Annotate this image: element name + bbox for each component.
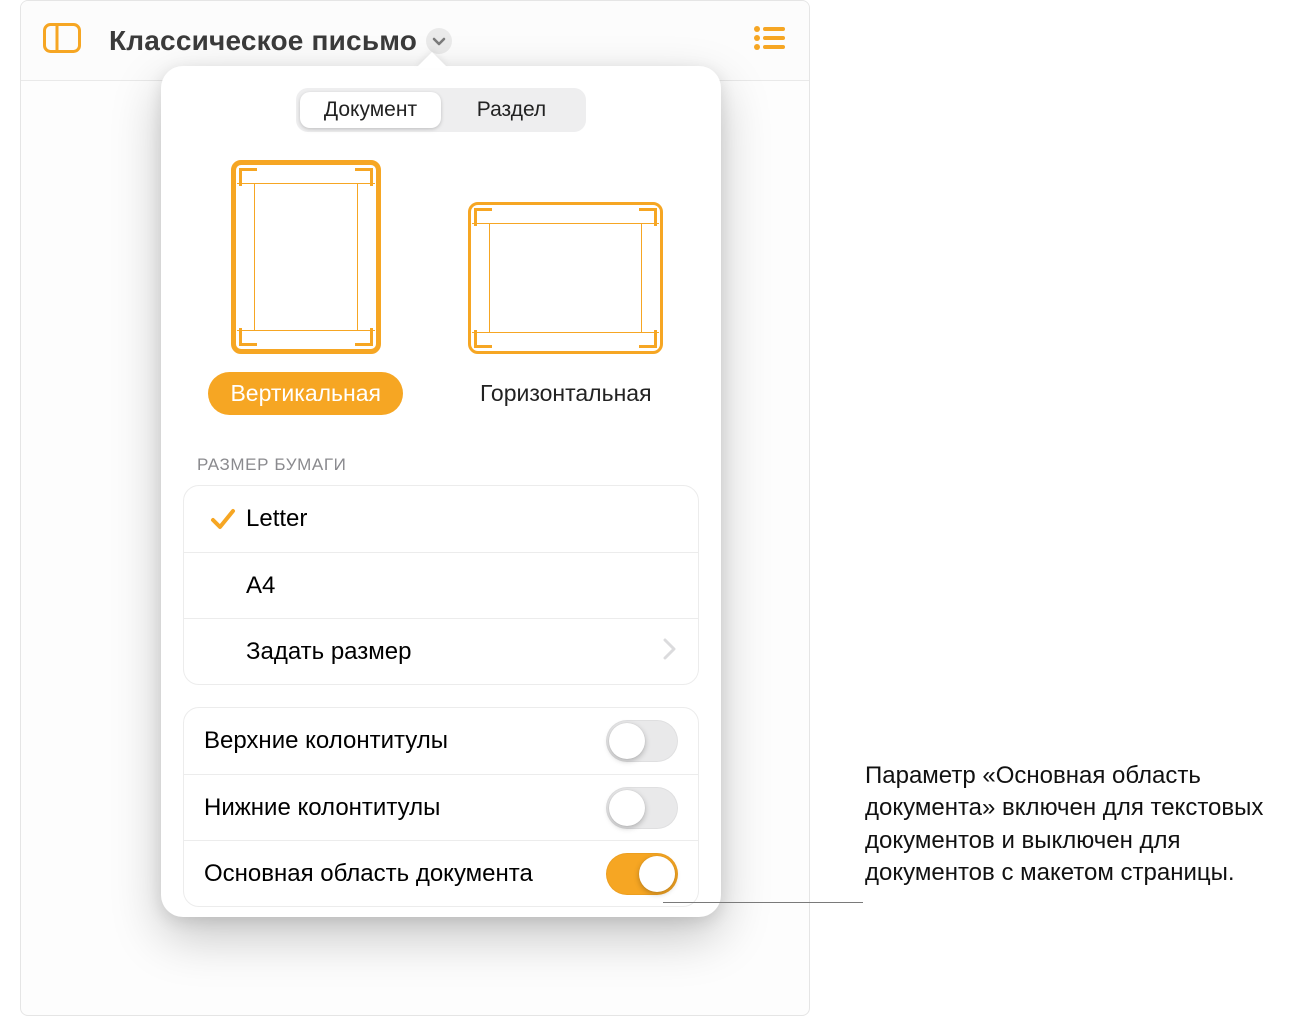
toggle-footers-row: Нижние колонтитулы <box>184 774 698 840</box>
tab-document[interactable]: Документ <box>300 92 441 128</box>
tab-section[interactable]: Раздел <box>441 92 582 128</box>
chevron-right-icon <box>662 637 678 666</box>
orientation-landscape-thumb[interactable] <box>468 202 663 354</box>
paper-size-section-label: РАЗМЕР БУМАГИ <box>197 455 699 475</box>
chevron-down-icon <box>425 27 453 55</box>
paper-option-label: Letter <box>242 505 307 533</box>
sidebar-toggle-icon[interactable] <box>43 23 81 58</box>
toggle-headers-row: Верхние колонтитулы <box>184 708 698 774</box>
checkmark-icon <box>204 500 242 538</box>
orientation-landscape-label[interactable]: Горизонтальная <box>458 372 674 415</box>
toggle-label: Основная область документа <box>204 860 533 888</box>
toggle-body-row: Основная область документа <box>184 840 698 906</box>
orientation-portrait-thumb[interactable] <box>231 160 381 354</box>
paper-size-list: Letter A4 Задать размер <box>183 485 699 685</box>
document-settings-panel: Документ Раздел Вертикальная Горизонталь… <box>161 66 721 917</box>
body-switch[interactable] <box>606 853 678 895</box>
orientation-row: Вертикальная Горизонтальная <box>183 160 699 415</box>
outline-icon[interactable] <box>753 25 787 56</box>
toggle-group: Верхние колонтитулы Нижние колонтитулы О… <box>183 707 699 907</box>
headers-switch[interactable] <box>606 720 678 762</box>
paper-custom-label: Задать размер <box>242 638 411 666</box>
callout-line <box>663 902 863 903</box>
annotation-text: Параметр «Основная область документа» вк… <box>865 760 1265 890</box>
orientation-portrait-label[interactable]: Вертикальная <box>208 372 403 415</box>
paper-custom-size[interactable]: Задать размер <box>184 618 698 684</box>
paper-option-a4[interactable]: A4 <box>184 552 698 618</box>
footers-switch[interactable] <box>606 787 678 829</box>
toggle-label: Верхние колонтитулы <box>204 727 448 755</box>
toggle-label: Нижние колонтитулы <box>204 794 440 822</box>
document-title-dropdown[interactable]: Классическое письмо <box>109 25 453 57</box>
app-window: Классическое письмо Документ Раздел <box>20 0 810 1016</box>
checkmark-placeholder <box>204 567 242 605</box>
paper-option-label: A4 <box>242 572 275 600</box>
document-title: Классическое письмо <box>109 25 417 57</box>
paper-option-letter[interactable]: Letter <box>184 486 698 552</box>
tab-segmented-control: Документ Раздел <box>296 88 586 132</box>
